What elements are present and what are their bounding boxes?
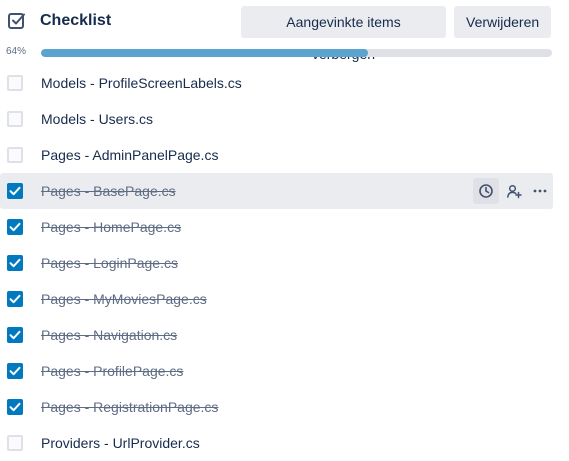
checklist-title: Checklist — [40, 12, 112, 29]
checklist-item[interactable]: Providers - UrlProvider.cs — [0, 425, 553, 461]
checkbox[interactable] — [7, 255, 23, 271]
checklist-item-label: Models - ProfileScreenLabels.cs — [41, 75, 242, 91]
checklist-item-label: Providers - UrlProvider.cs — [41, 435, 200, 451]
progress-bar-fill — [41, 49, 369, 57]
checklist-header: Checklist Aangevinkte items verbergen Ve… — [0, 0, 569, 62]
checkbox[interactable] — [7, 291, 23, 307]
progress-percentage: 64% — [6, 46, 27, 57]
clock-icon[interactable] — [473, 178, 499, 204]
checkbox[interactable] — [7, 435, 23, 451]
checklist-item[interactable]: Pages - HomePage.cs — [0, 209, 553, 245]
checklist-item-label: Pages - BasePage.cs — [41, 183, 176, 199]
checklist-item-label: Pages - RegistrationPage.cs — [41, 399, 219, 415]
checklist-item[interactable]: Models - Users.cs — [0, 101, 553, 137]
checklist-item[interactable]: Pages - BasePage.cs — [0, 173, 553, 209]
checklist-item[interactable]: Pages - LoginPage.cs — [0, 245, 553, 281]
checkbox[interactable] — [7, 399, 23, 415]
checklist-item-label: Pages - AdminPanelPage.cs — [41, 147, 219, 163]
checklist-item-label: Pages - ProfilePage.cs — [41, 363, 184, 379]
progress-bar — [41, 49, 552, 57]
checkbox[interactable] — [7, 327, 23, 343]
checklist-item[interactable]: Pages - MyMoviesPage.cs — [0, 281, 553, 317]
checklist-item-label: Pages - Navigation.cs — [41, 327, 178, 343]
checklist-item[interactable]: Pages - Navigation.cs — [0, 317, 553, 353]
checkbox[interactable] — [7, 111, 23, 127]
delete-checklist-button[interactable]: Verwijderen — [454, 6, 551, 38]
checklist-item[interactable]: Pages - AdminPanelPage.cs — [0, 137, 553, 173]
checklist-item[interactable]: Pages - RegistrationPage.cs — [0, 389, 553, 425]
checklist-item-label: Pages - LoginPage.cs — [41, 255, 178, 271]
checklist-item-label: Pages - HomePage.cs — [41, 219, 182, 235]
checklist-progress: 64% — [0, 44, 569, 64]
checkbox[interactable] — [7, 183, 23, 199]
checklist-item[interactable]: Models - ProfileScreenLabels.cs — [0, 65, 553, 101]
checkbox[interactable] — [7, 75, 23, 91]
add-member-icon[interactable] — [501, 178, 527, 204]
more-icon[interactable] — [527, 178, 553, 204]
hide-checked-items-button[interactable]: Aangevinkte items verbergen — [241, 6, 446, 62]
checkbox[interactable] — [7, 147, 23, 163]
checklist-icon — [7, 11, 27, 31]
checklist-item-label: Models - Users.cs — [41, 111, 154, 127]
checklist-item[interactable]: Pages - ProfilePage.cs — [0, 353, 553, 389]
checklist-item-label: Pages - MyMoviesPage.cs — [41, 291, 207, 307]
checkbox[interactable] — [7, 219, 23, 235]
checkbox[interactable] — [7, 363, 23, 379]
